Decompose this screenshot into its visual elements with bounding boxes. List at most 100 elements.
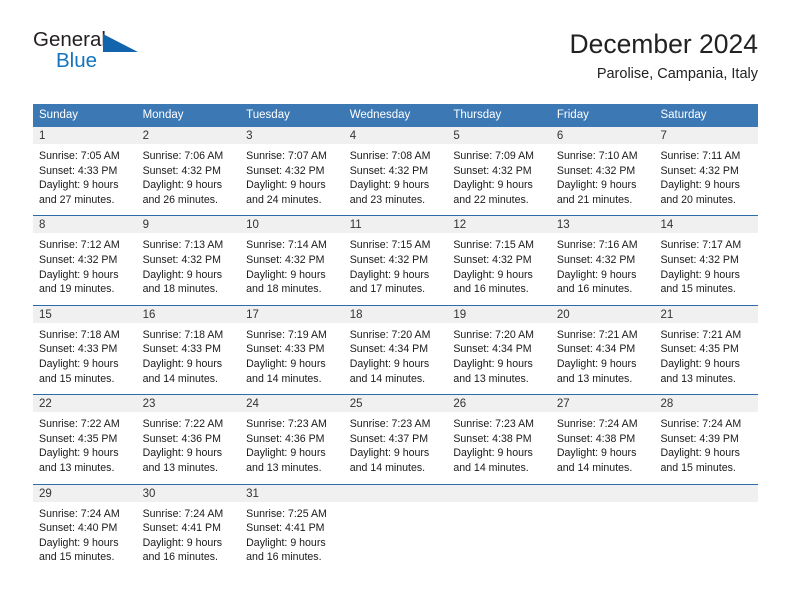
sunset-text: Sunset: 4:32 PM — [556, 253, 636, 266]
day-details: Sunrise: 7:23 AM Sunset: 4:37 PM Dayligh… — [344, 412, 448, 483]
day-details: Sunrise: 7:07 AM Sunset: 4:32 PM Dayligh… — [240, 144, 344, 215]
sunrise-text: Sunrise: 7:14 AM — [246, 239, 327, 252]
day-details: Sunrise: 7:15 AM Sunset: 4:32 PM Dayligh… — [447, 233, 551, 304]
day-number: 26 — [447, 395, 551, 413]
sunset-text: Sunset: 4:32 PM — [349, 253, 429, 266]
day-number: 21 — [654, 305, 759, 323]
day-cell[interactable]: 31 Sunrise: 7:25 AM Sunset: 4:41 PM Dayl… — [240, 484, 344, 573]
day-number: 14 — [654, 216, 759, 234]
day-details: Sunrise: 7:24 AM Sunset: 4:40 PM Dayligh… — [33, 502, 137, 573]
day-details — [654, 502, 758, 515]
daylight-text: Daylight: 9 hours and 13 minutes. — [556, 357, 637, 385]
weekday-sunday: Sunday — [39, 109, 79, 121]
sunset-text: Sunset: 4:32 PM — [453, 253, 532, 266]
day-cell[interactable]: 28 Sunrise: 7:24 AM Sunset: 4:39 PM Dayl… — [654, 395, 759, 484]
day-cell[interactable]: 5 Sunrise: 7:09 AM Sunset: 4:32 PM Dayli… — [447, 127, 551, 216]
daylight-text: Daylight: 9 hours and 15 minutes. — [39, 536, 119, 564]
day-cell[interactable]: 18 Sunrise: 7:20 AM Sunset: 4:34 PM Dayl… — [343, 305, 448, 395]
day-details: Sunrise: 7:20 AM Sunset: 4:34 PM Dayligh… — [344, 323, 448, 394]
day-cell[interactable]: 4 Sunrise: 7:08 AM Sunset: 4:32 PM Dayli… — [343, 127, 448, 216]
sunrise-text: Sunrise: 7:24 AM — [142, 507, 224, 520]
day-cell[interactable]: 13 Sunrise: 7:16 AM Sunset: 4:32 PM Dayl… — [550, 216, 655, 305]
daylight-text: Daylight: 9 hours and 19 minutes. — [39, 268, 119, 296]
day-details: Sunrise: 7:11 AM Sunset: 4:32 PM Dayligh… — [654, 144, 758, 215]
day-number: 23 — [136, 395, 241, 413]
day-details: Sunrise: 7:15 AM Sunset: 4:32 PM Dayligh… — [344, 233, 448, 304]
calendar-page: General Blue December 2024 Parolise, Cam… — [0, 0, 792, 612]
day-cell[interactable]: 2 Sunrise: 7:06 AM Sunset: 4:32 PM Dayli… — [136, 127, 241, 216]
day-number: 28 — [654, 395, 759, 413]
day-cell[interactable]: 11 Sunrise: 7:15 AM Sunset: 4:32 PM Dayl… — [343, 216, 448, 305]
day-cell[interactable]: 3 Sunrise: 7:07 AM Sunset: 4:32 PM Dayli… — [240, 127, 344, 216]
day-number: 6 — [550, 127, 655, 144]
day-cell[interactable]: 29 Sunrise: 7:24 AM Sunset: 4:40 PM Dayl… — [33, 484, 137, 573]
day-cell[interactable]: 1 Sunrise: 7:05 AM Sunset: 4:33 PM Dayli… — [33, 127, 137, 216]
day-details: Sunrise: 7:23 AM Sunset: 4:38 PM Dayligh… — [447, 412, 551, 483]
day-cell[interactable]: 16 Sunrise: 7:18 AM Sunset: 4:33 PM Dayl… — [136, 305, 241, 395]
day-number: 16 — [136, 305, 241, 323]
daylight-text: Daylight: 9 hours and 14 minutes. — [142, 357, 223, 385]
day-cell[interactable]: 27 Sunrise: 7:24 AM Sunset: 4:38 PM Dayl… — [550, 395, 655, 484]
page-title: December 2024 — [569, 29, 758, 59]
day-cell[interactable]: 8 Sunrise: 7:12 AM Sunset: 4:32 PM Dayli… — [33, 216, 137, 305]
day-cell[interactable]: 9 Sunrise: 7:13 AM Sunset: 4:32 PM Dayli… — [136, 216, 241, 305]
day-cell[interactable]: 12 Sunrise: 7:15 AM Sunset: 4:32 PM Dayl… — [447, 216, 551, 305]
day-number: 3 — [240, 127, 344, 144]
day-cell[interactable]: 24 Sunrise: 7:23 AM Sunset: 4:36 PM Dayl… — [240, 395, 344, 484]
daylight-text: Daylight: 9 hours and 14 minutes. — [349, 447, 430, 474]
day-details — [447, 502, 551, 515]
day-number: 18 — [343, 305, 448, 323]
day-cell[interactable]: 19 Sunrise: 7:20 AM Sunset: 4:34 PM Dayl… — [447, 305, 551, 395]
day-details: Sunrise: 7:24 AM Sunset: 4:39 PM Dayligh… — [654, 412, 758, 483]
day-cell-empty — [654, 484, 759, 573]
page-subtitle: Parolise, Campania, Italy — [596, 66, 758, 82]
sunset-text: Sunset: 4:41 PM — [246, 522, 325, 535]
sunrise-text: Sunrise: 7:11 AM — [660, 150, 741, 162]
day-cell[interactable]: 14 Sunrise: 7:17 AM Sunset: 4:32 PM Dayl… — [654, 216, 759, 305]
day-cell[interactable]: 25 Sunrise: 7:23 AM Sunset: 4:37 PM Dayl… — [343, 395, 448, 484]
sunrise-text: Sunrise: 7:23 AM — [246, 418, 327, 431]
sunrise-text: Sunrise: 7:18 AM — [39, 328, 120, 341]
sunrise-text: Sunrise: 7:15 AM — [453, 239, 534, 252]
daylight-text: Daylight: 9 hours and 15 minutes. — [660, 447, 740, 474]
daylight-text: Daylight: 9 hours and 14 minutes. — [556, 447, 637, 474]
day-details: Sunrise: 7:06 AM Sunset: 4:32 PM Dayligh… — [137, 144, 241, 215]
sunrise-text: Sunrise: 7:05 AM — [39, 150, 120, 162]
sunrise-text: Sunrise: 7:06 AM — [142, 150, 224, 162]
day-cell[interactable]: 21 Sunrise: 7:21 AM Sunset: 4:35 PM Dayl… — [654, 305, 759, 395]
day-details: Sunrise: 7:24 AM Sunset: 4:38 PM Dayligh… — [551, 412, 655, 483]
day-number: 30 — [136, 484, 241, 502]
day-cell[interactable]: 26 Sunrise: 7:23 AM Sunset: 4:38 PM Dayl… — [447, 395, 551, 484]
day-number — [654, 484, 759, 502]
sunset-text: Sunset: 4:37 PM — [349, 432, 429, 445]
sunset-text: Sunset: 4:33 PM — [246, 343, 325, 356]
day-cell[interactable]: 23 Sunrise: 7:22 AM Sunset: 4:36 PM Dayl… — [136, 395, 241, 484]
sunset-text: Sunset: 4:32 PM — [556, 164, 636, 177]
sunrise-text: Sunrise: 7:18 AM — [142, 328, 224, 341]
day-cell[interactable]: 6 Sunrise: 7:10 AM Sunset: 4:32 PM Dayli… — [550, 127, 655, 216]
sunrise-text: Sunrise: 7:08 AM — [349, 150, 431, 162]
day-number — [550, 484, 655, 502]
sunset-text: Sunset: 4:32 PM — [246, 253, 325, 266]
daylight-text: Daylight: 9 hours and 23 minutes. — [349, 179, 430, 206]
day-number: 25 — [343, 395, 448, 413]
sunrise-text: Sunrise: 7:23 AM — [349, 418, 431, 431]
sunset-text: Sunset: 4:38 PM — [453, 432, 532, 445]
day-cell[interactable]: 22 Sunrise: 7:22 AM Sunset: 4:35 PM Dayl… — [33, 395, 137, 484]
day-cell[interactable]: 17 Sunrise: 7:19 AM Sunset: 4:33 PM Dayl… — [240, 305, 344, 395]
day-details: Sunrise: 7:08 AM Sunset: 4:32 PM Dayligh… — [344, 144, 448, 215]
week-row: 22 Sunrise: 7:22 AM Sunset: 4:35 PM Dayl… — [33, 394, 759, 484]
sunset-text: Sunset: 4:32 PM — [142, 164, 221, 177]
day-number: 22 — [33, 395, 137, 413]
sunrise-text: Sunrise: 7:15 AM — [349, 239, 431, 252]
day-number — [447, 484, 551, 502]
day-cell[interactable]: 20 Sunrise: 7:21 AM Sunset: 4:34 PM Dayl… — [550, 305, 655, 395]
day-cell[interactable]: 15 Sunrise: 7:18 AM Sunset: 4:33 PM Dayl… — [33, 305, 137, 395]
day-details: Sunrise: 7:25 AM Sunset: 4:41 PM Dayligh… — [240, 502, 344, 573]
day-cell[interactable]: 30 Sunrise: 7:24 AM Sunset: 4:41 PM Dayl… — [136, 484, 241, 573]
day-cell[interactable]: 10 Sunrise: 7:14 AM Sunset: 4:32 PM Dayl… — [240, 216, 344, 305]
daylight-text: Daylight: 9 hours and 27 minutes. — [39, 179, 119, 206]
day-number: 27 — [550, 395, 655, 413]
page-header: General Blue December 2024 Parolise, Cam… — [33, 28, 758, 96]
day-cell[interactable]: 7 Sunrise: 7:11 AM Sunset: 4:32 PM Dayli… — [654, 127, 759, 216]
